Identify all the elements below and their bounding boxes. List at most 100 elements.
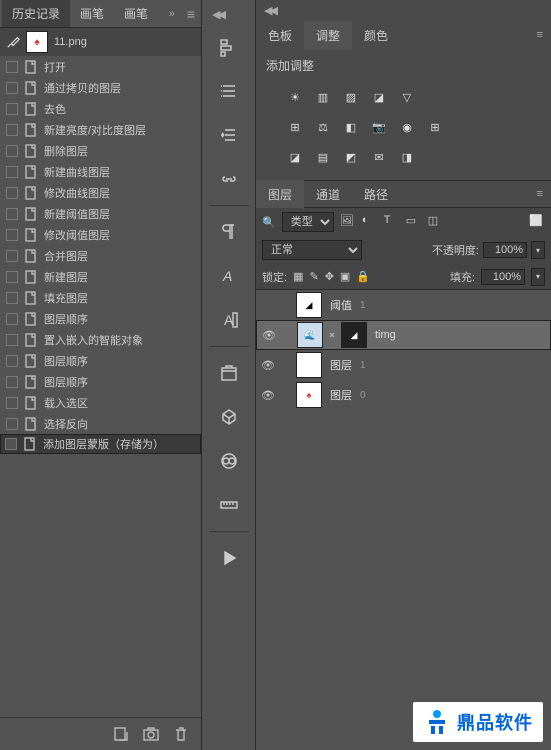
tool-character[interactable]: A — [209, 256, 249, 296]
history-check[interactable] — [6, 355, 18, 367]
history-check[interactable] — [6, 145, 18, 157]
fill-dropdown[interactable]: ▾ — [531, 268, 545, 286]
history-check[interactable] — [6, 271, 18, 283]
tab-swatches[interactable]: 色板 — [256, 21, 304, 50]
panel-menu-icon[interactable]: ≡ — [529, 184, 551, 204]
mixer-icon[interactable]: ◉ — [398, 118, 416, 136]
history-check[interactable] — [6, 376, 18, 388]
visibility-toggle[interactable]: 👁 — [260, 357, 276, 373]
layer-thumbnail[interactable]: 🌊 — [297, 322, 323, 348]
history-item[interactable]: 修改阈值图层 — [0, 224, 201, 245]
history-check[interactable] — [6, 103, 18, 115]
levels-icon[interactable]: ▥ — [314, 88, 332, 106]
bw-icon[interactable]: ◧ — [342, 118, 360, 136]
tab-brush2[interactable]: 画笔 — [114, 0, 158, 27]
history-item[interactable]: 合并图层 — [0, 245, 201, 266]
lock-move-icon[interactable]: ✥ — [325, 270, 334, 283]
lock-brush-icon[interactable]: ✎ — [309, 270, 318, 283]
tool-library[interactable] — [209, 353, 249, 393]
history-check[interactable] — [6, 250, 18, 262]
opacity-dropdown[interactable]: ▾ — [531, 241, 545, 259]
filter-adjust-icon[interactable]: ◐ — [362, 214, 378, 230]
history-item[interactable]: 图层顺序 — [0, 308, 201, 329]
filter-smart-icon[interactable]: ◫ — [428, 214, 444, 230]
history-check[interactable] — [6, 397, 18, 409]
layer-row[interactable]: 👁 图层 1 — [256, 350, 551, 380]
history-item[interactable]: 载入选区 — [0, 392, 201, 413]
history-check[interactable] — [6, 313, 18, 325]
history-item[interactable]: 填充图层 — [0, 287, 201, 308]
tab-overflow[interactable]: » — [163, 4, 181, 24]
tool-chain[interactable] — [209, 159, 249, 199]
tab-paths[interactable]: 路径 — [352, 180, 400, 209]
history-item[interactable]: 新建图层 — [0, 266, 201, 287]
threshold-icon[interactable]: ◩ — [342, 148, 360, 166]
layer-mask-thumbnail[interactable]: ◢ — [341, 322, 367, 348]
history-check[interactable] — [6, 82, 18, 94]
tool-text[interactable]: A — [209, 300, 249, 340]
tab-adjustments[interactable]: 调整 — [304, 21, 352, 50]
tool-cloud[interactable] — [209, 441, 249, 481]
exposure-icon[interactable]: ◪ — [370, 88, 388, 106]
history-check[interactable] — [5, 438, 17, 450]
vibrance-icon[interactable]: ▽ — [398, 88, 416, 106]
history-item[interactable]: 通过拷贝的图层 — [0, 77, 201, 98]
history-item[interactable]: 置入嵌入的智能对象 — [0, 329, 201, 350]
tab-channels[interactable]: 通道 — [304, 180, 352, 209]
layer-thumbnail[interactable]: ◢ — [296, 292, 322, 318]
visibility-toggle[interactable]: 👁 — [261, 327, 277, 343]
filter-image-icon[interactable]: 🖼 — [340, 214, 356, 230]
filter-toggle-icon[interactable]: ⬜ — [529, 214, 545, 230]
tool-indent[interactable] — [209, 115, 249, 155]
layer-row[interactable]: 👁 ♠ 图层 0 — [256, 380, 551, 410]
history-check[interactable] — [6, 61, 18, 73]
layer-thumbnail[interactable]: ♠ — [296, 382, 322, 408]
layer-row[interactable]: ◢ 阈值 1 — [256, 290, 551, 320]
filter-text-icon[interactable]: T — [384, 214, 400, 230]
lookup-icon[interactable]: ⊞ — [426, 118, 444, 136]
tab-history[interactable]: 历史记录 — [2, 0, 70, 27]
tab-layers[interactable]: 图层 — [256, 180, 304, 209]
history-check[interactable] — [6, 187, 18, 199]
selective-icon[interactable]: ◨ — [398, 148, 416, 166]
gradient-map-icon[interactable]: ✉ — [370, 148, 388, 166]
camera-icon[interactable] — [143, 726, 159, 742]
tool-3d[interactable] — [209, 397, 249, 437]
history-check[interactable] — [6, 292, 18, 304]
tab-color[interactable]: 颜色 — [352, 21, 400, 50]
tool-measure[interactable] — [209, 485, 249, 525]
tool-align[interactable] — [209, 27, 249, 67]
tool-paragraph[interactable] — [209, 212, 249, 252]
layer-row[interactable]: 👁 🌊 ◢ timg — [256, 320, 551, 350]
history-check[interactable] — [6, 418, 18, 430]
filter-shape-icon[interactable]: ▭ — [406, 214, 422, 230]
history-item[interactable]: 删除图层 — [0, 140, 201, 161]
blend-mode-select[interactable]: 正常 — [262, 240, 362, 260]
layer-thumbnail[interactable] — [296, 352, 322, 378]
history-check[interactable] — [6, 166, 18, 178]
collapse-left-icon[interactable]: ◀◀ — [208, 4, 227, 25]
history-check[interactable] — [6, 208, 18, 220]
invert-icon[interactable]: ◪ — [286, 148, 304, 166]
visibility-toggle[interactable] — [260, 297, 276, 313]
history-check[interactable] — [6, 124, 18, 136]
opacity-input[interactable] — [483, 242, 527, 258]
history-item[interactable]: 图层顺序 — [0, 371, 201, 392]
history-item[interactable]: 新建亮度/对比度图层 — [0, 119, 201, 140]
history-check[interactable] — [6, 229, 18, 241]
fill-input[interactable] — [481, 269, 525, 285]
lock-transparent-icon[interactable]: ▦ — [293, 270, 303, 283]
panel-menu-icon[interactable]: ≡ — [181, 2, 201, 26]
brightness-icon[interactable]: ☀ — [286, 88, 304, 106]
curves-icon[interactable]: ▨ — [342, 88, 360, 106]
trash-icon[interactable] — [173, 726, 189, 742]
posterize-icon[interactable]: ▤ — [314, 148, 332, 166]
tab-brush1[interactable]: 画笔 — [70, 0, 114, 27]
tool-play[interactable] — [209, 538, 249, 578]
lock-artboard-icon[interactable]: ▣ — [340, 270, 350, 283]
history-check[interactable] — [6, 334, 18, 346]
history-item[interactable]: 图层顺序 — [0, 350, 201, 371]
collapse-right-icon[interactable]: ◀◀ — [256, 0, 551, 21]
hue-icon[interactable]: ⊞ — [286, 118, 304, 136]
lock-all-icon[interactable]: 🔒 — [356, 270, 370, 283]
